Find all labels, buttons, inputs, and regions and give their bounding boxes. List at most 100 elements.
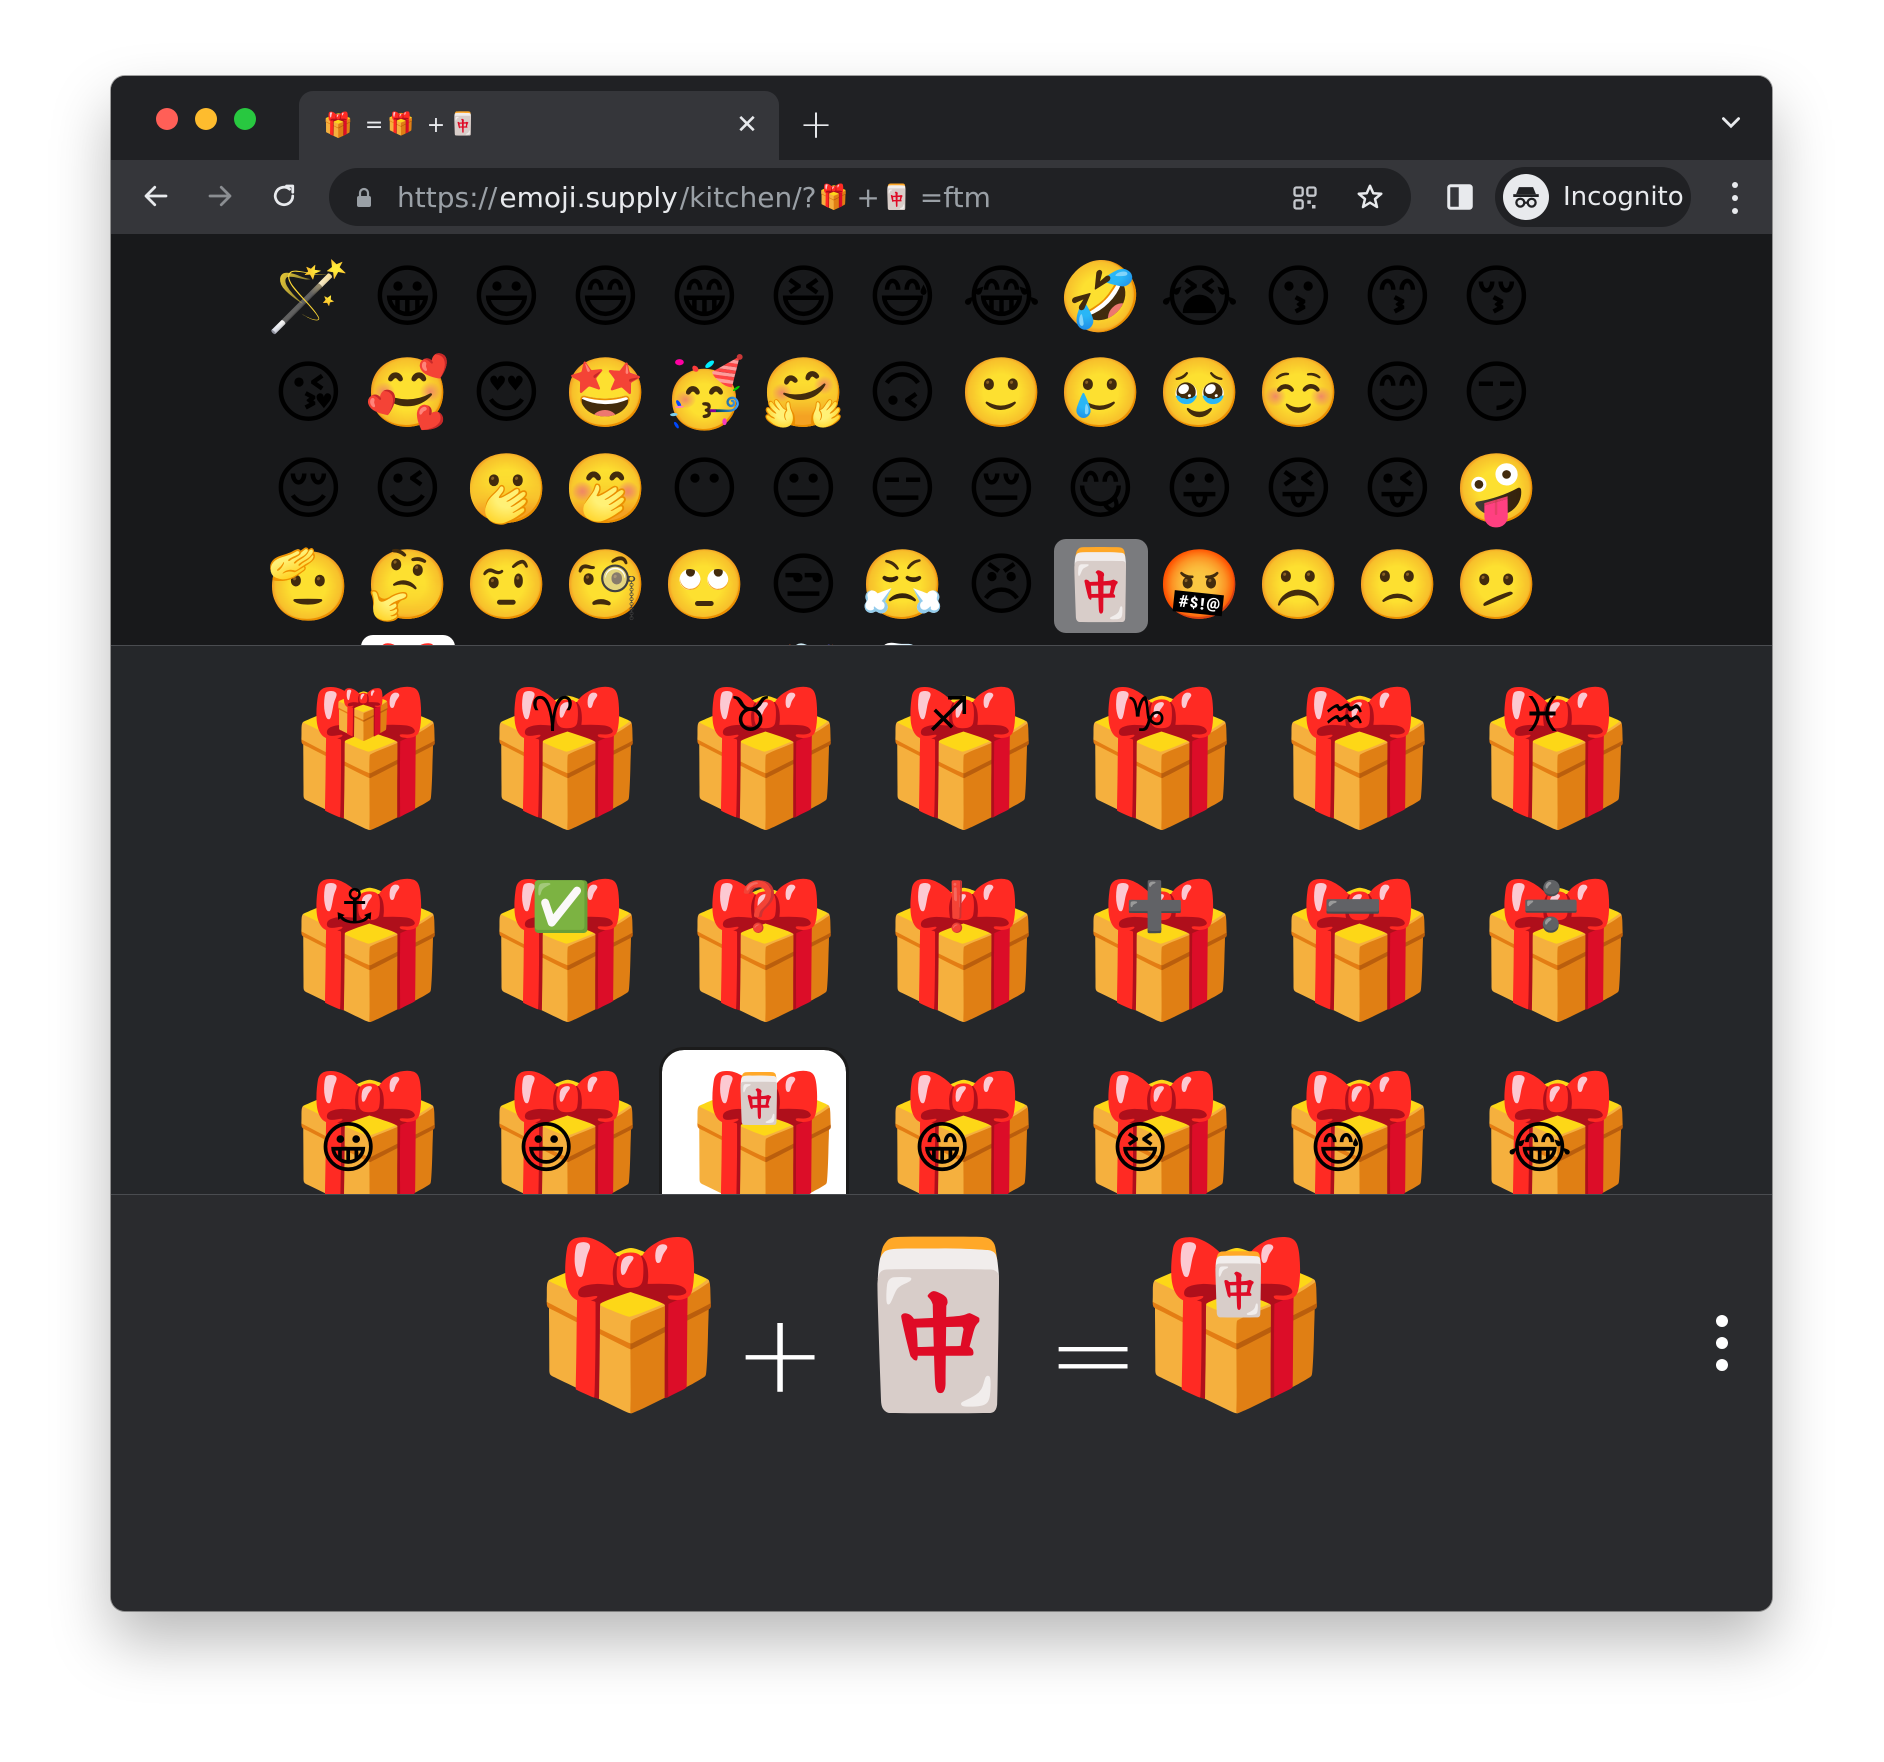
combination-option[interactable]: 🎁 😀	[259, 1046, 457, 1194]
emoji-option[interactable]: 😚	[1447, 250, 1546, 346]
emoji-option[interactable]: 🧐	[556, 538, 655, 634]
combinations-panel[interactable]: 🎁 🎁 🎁 ♈ 🎁 ♉ 🎁 ♐ 🎁 ♑ 🎁 ♒ 🎁 ♓ 🎁 ⚓ 🎁 ✅ 🎁 ❓ 🎁 ❗ 🎁 ➕ 🎁 ➖ 🎁 ➗ 🎁 😀 🎁 😃 🎁 🀄 🎁 😁 🎁 😆 🎁 😅…	[111, 646, 1772, 1194]
emoji-option[interactable]: 🤯	[754, 634, 853, 645]
tab-close-icon[interactable]: ✕	[727, 105, 767, 145]
combination-option[interactable]: 🎁 ➗	[1447, 854, 1645, 1046]
emoji-option[interactable]: 😶	[655, 442, 754, 538]
emoji-option[interactable]: 😍	[457, 346, 556, 442]
result-right-emoji[interactable]: 🀄	[839, 1245, 1038, 1405]
combination-option[interactable]: 🎁 ❗	[853, 854, 1051, 1046]
emoji-option[interactable]: 🤗	[754, 346, 853, 442]
emoji-option[interactable]: 😙	[1348, 250, 1447, 346]
emoji-option[interactable]: 🫡	[259, 538, 358, 634]
address-bar[interactable]: https:// emoji.supply /kitchen/? 🎁 + 🀄 =…	[329, 168, 1411, 226]
combination-option[interactable]: 🎁 🎁	[259, 662, 457, 854]
emoji-option[interactable]: 🤕	[1249, 634, 1348, 645]
combination-option[interactable]: 🎁 ✅	[457, 854, 655, 1046]
emoji-option[interactable]: 🤨	[457, 538, 556, 634]
emoji-option[interactable]: 😀	[358, 250, 457, 346]
result-more-options-button[interactable]	[1716, 1315, 1736, 1371]
emoji-option[interactable]: 😐	[754, 442, 853, 538]
emoji-option[interactable]: 😏	[1447, 346, 1546, 442]
emoji-option[interactable]: 🥲	[1051, 346, 1150, 442]
side-panel-icon[interactable]	[1445, 182, 1475, 212]
emoji-option[interactable]: 🤢	[1348, 634, 1447, 645]
emoji-option[interactable]: 😌	[259, 442, 358, 538]
emoji-option[interactable]: 🥹	[1150, 346, 1249, 442]
emoji-option[interactable]: 😳	[556, 634, 655, 645]
emoji-option[interactable]: ☹️	[1249, 538, 1348, 634]
lock-icon[interactable]	[355, 187, 373, 209]
emoji-option[interactable]: 😛	[1150, 442, 1249, 538]
browser-menu-button[interactable]	[1725, 182, 1745, 214]
combination-option[interactable]: 🎁 ➕	[1051, 854, 1249, 1046]
emoji-option[interactable]: 😒	[754, 538, 853, 634]
combination-option[interactable]: 🎁 😆	[1051, 1046, 1249, 1194]
emoji-option[interactable]: 😊	[1348, 346, 1447, 442]
combination-option[interactable]: 🎁 😂	[1447, 1046, 1645, 1194]
emoji-option[interactable]: 🥳	[655, 346, 754, 442]
qr-code-icon[interactable]	[1291, 184, 1319, 212]
emoji-option[interactable]: 🙄	[655, 538, 754, 634]
emoji-option[interactable]: 🤪	[1447, 442, 1546, 538]
close-window-button[interactable]	[156, 108, 178, 130]
emoji-option[interactable]: 🤔	[358, 538, 457, 634]
emoji-option[interactable]: 😠	[952, 538, 1051, 634]
forward-button[interactable]	[197, 173, 243, 219]
minimize-window-button[interactable]	[195, 108, 217, 130]
combination-option[interactable]: 🎁 😁	[853, 1046, 1051, 1194]
emoji-option[interactable]: 😘	[259, 346, 358, 442]
emoji-option[interactable]: 🪄	[259, 250, 358, 346]
emoji-option[interactable]: 🙁	[1348, 538, 1447, 634]
maximize-window-button[interactable]	[234, 108, 256, 130]
combination-option[interactable]: 🎁 ♒	[1249, 662, 1447, 854]
emoji-option[interactable]: 😆	[754, 250, 853, 346]
combination-option[interactable]: 🎁 ♉	[655, 662, 853, 854]
combination-option[interactable]: 🎁 😃	[457, 1046, 655, 1194]
emoji-option[interactable]: 🙂	[952, 346, 1051, 442]
reload-button[interactable]	[261, 173, 307, 219]
bookmark-star-icon[interactable]	[1355, 182, 1385, 212]
combination-option[interactable]: 🎁 ♓	[1447, 662, 1645, 854]
emoji-option[interactable]: 🤬	[1150, 538, 1249, 634]
new-tab-button[interactable]: +	[793, 102, 839, 148]
emoji-option[interactable]: 😕	[259, 634, 358, 645]
combination-option[interactable]: 🎁 😅	[1249, 1046, 1447, 1194]
incognito-profile-button[interactable]: Incognito	[1495, 167, 1691, 227]
emoji-option[interactable]: 🤒	[1150, 634, 1249, 645]
active-tab[interactable]: 🎁 = 🎁 + 🀄 ✕	[299, 91, 779, 160]
emoji-option[interactable]: 😝	[1249, 442, 1348, 538]
combination-option[interactable]: 🎁 ⚓	[259, 854, 457, 1046]
combination-option[interactable]: 🎁 ♐	[853, 662, 1051, 854]
emoji-option[interactable]: 😗	[1249, 250, 1348, 346]
emoji-option[interactable]: 😂	[952, 250, 1051, 346]
emoji-option[interactable]: 🀄	[1051, 538, 1150, 634]
emoji-option[interactable]: 😭	[1150, 250, 1249, 346]
emoji-option[interactable]: 😋	[1051, 442, 1150, 538]
emoji-option[interactable]: 🤩	[556, 346, 655, 442]
emoji-option[interactable]: 😁	[655, 250, 754, 346]
combination-option[interactable]: 🎁 ♈	[457, 662, 655, 854]
combination-option[interactable]: 🎁 🀄	[655, 1046, 853, 1194]
emoji-option[interactable]: 🫤	[1447, 538, 1546, 634]
emoji-option[interactable]: 🙃	[853, 346, 952, 442]
emoji-option[interactable]: 🫢	[457, 442, 556, 538]
tab-search-chevron-down-icon[interactable]	[1718, 110, 1744, 136]
emoji-option[interactable]: 😄	[556, 250, 655, 346]
emoji-option[interactable]: 😅	[853, 250, 952, 346]
emoji-option[interactable]: 😃	[457, 250, 556, 346]
emoji-option[interactable]: 😜	[1348, 442, 1447, 538]
back-button[interactable]	[133, 173, 179, 219]
emoji-option[interactable]: 😑	[853, 442, 952, 538]
emoji-option[interactable]: 🥵	[952, 634, 1051, 645]
emoji-option[interactable]: ☺️	[1249, 346, 1348, 442]
combination-option[interactable]: 🎁 ♑	[1051, 662, 1249, 854]
emoji-option[interactable]: 😡	[1051, 634, 1150, 645]
emoji-picker[interactable]: 🪄 😀 😃 😄 😁 😆 😅 😂 🤣 😭 😗 😙 😚 😘 🥰 😍 🤩 🥳 🤗 🙃 🙂 🥲 🥹 ☺️ 😊 😏 😌 😉 🫢 🤭 😶 😐 😑 😔 😋 😛 😝 😜 🤪…	[111, 234, 1772, 646]
emoji-option[interactable]: 🥺	[457, 634, 556, 645]
emoji-option[interactable]: 😉	[358, 442, 457, 538]
emoji-option[interactable]: 🥶	[853, 634, 952, 645]
combination-option[interactable]: 🎁 ➖	[1249, 854, 1447, 1046]
result-combined-emoji[interactable]: 🎁 🀄	[1135, 1245, 1335, 1445]
emoji-option[interactable]: 😱	[655, 634, 754, 645]
